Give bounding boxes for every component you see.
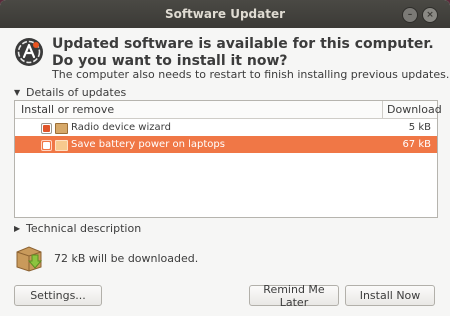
close-button[interactable]: ×: [422, 7, 438, 23]
settings-button[interactable]: Settings...: [14, 285, 102, 306]
column-header-name[interactable]: Install or remove: [21, 103, 114, 116]
technical-expander-label: Technical description: [26, 222, 142, 235]
update-size: 67 kB: [402, 139, 431, 150]
expander-right-icon: ▶: [14, 224, 21, 233]
details-expander[interactable]: ▼ Details of updates: [14, 86, 126, 99]
package-icon: [55, 123, 68, 134]
update-headline: Updated software is available for this c…: [52, 36, 434, 69]
close-icon: ×: [426, 9, 434, 20]
check-mark-icon: [43, 125, 50, 132]
install-now-button[interactable]: Install Now: [345, 285, 435, 306]
title-bar: Software Updater – ×: [0, 0, 450, 28]
expander-down-icon: ▼: [14, 88, 21, 97]
check-mark-icon: [43, 142, 50, 149]
update-row[interactable]: Save battery power on laptops 67 kB: [15, 136, 437, 153]
minimize-button[interactable]: –: [402, 7, 418, 23]
list-header: Install or remove Download: [15, 101, 442, 119]
window-title: Software Updater: [164, 7, 286, 21]
download-package-icon: [14, 243, 44, 273]
software-updater-window: Software Updater – × Updated software is…: [0, 0, 450, 316]
software-updater-icon: [14, 37, 44, 67]
update-name: Radio device wizard: [71, 122, 171, 133]
update-name: Save battery power on laptops: [71, 139, 225, 150]
update-checkbox[interactable]: [41, 140, 52, 151]
package-icon: [55, 140, 68, 151]
update-row[interactable]: Radio device wizard 5 kB: [15, 119, 437, 136]
details-expander-label: Details of updates: [26, 86, 127, 99]
updates-list[interactable]: Install or remove Download Radio device …: [14, 100, 442, 218]
update-checkbox[interactable]: [41, 123, 52, 134]
technical-expander[interactable]: ▶ Technical description: [14, 222, 141, 235]
download-summary: 72 kB will be downloaded.: [54, 252, 199, 265]
remind-me-later-button[interactable]: Remind Me Later: [249, 283, 339, 309]
restart-notice: The computer also needs to restart to fi…: [52, 68, 450, 81]
column-header-download[interactable]: Download: [382, 101, 442, 118]
update-size: 5 kB: [408, 122, 431, 133]
minimize-icon: –: [407, 9, 413, 20]
